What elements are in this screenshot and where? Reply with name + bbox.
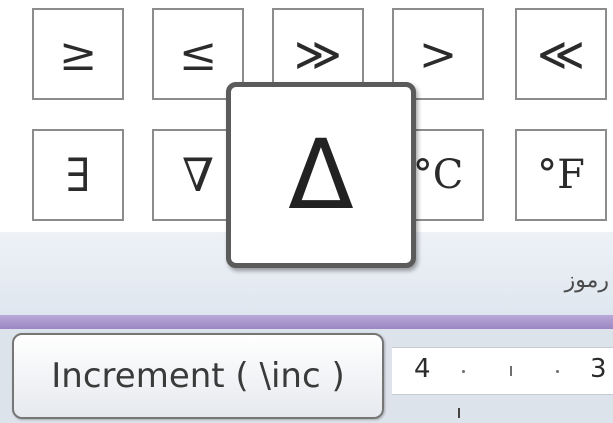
ruler-dot <box>556 370 559 373</box>
symbol-preview-popup: Δ <box>226 82 416 268</box>
horizontal-ruler[interactable]: 4 3 <box>392 347 613 395</box>
ruler-dot <box>462 370 465 373</box>
symbol-degree-fahrenheit[interactable]: °F <box>515 129 607 221</box>
preview-glyph: Δ <box>288 119 354 231</box>
ruler-number: 3 <box>590 354 607 384</box>
symbol-much-less[interactable]: ≪ <box>515 8 607 100</box>
ribbon-bottom-edge <box>0 315 613 329</box>
symbol-exists[interactable]: ∃ <box>32 129 124 221</box>
group-label-symbols: رموز <box>564 268 609 293</box>
ruler-tick <box>510 366 512 376</box>
ruler-number: 4 <box>414 354 431 384</box>
symbol-greater-equal[interactable]: ≥ <box>32 8 124 100</box>
command-tooltip: Increment ( \inc ) <box>12 333 384 419</box>
command-tooltip-text: Increment ( \inc ) <box>51 356 345 396</box>
ruler-indent-marker[interactable] <box>458 408 460 418</box>
